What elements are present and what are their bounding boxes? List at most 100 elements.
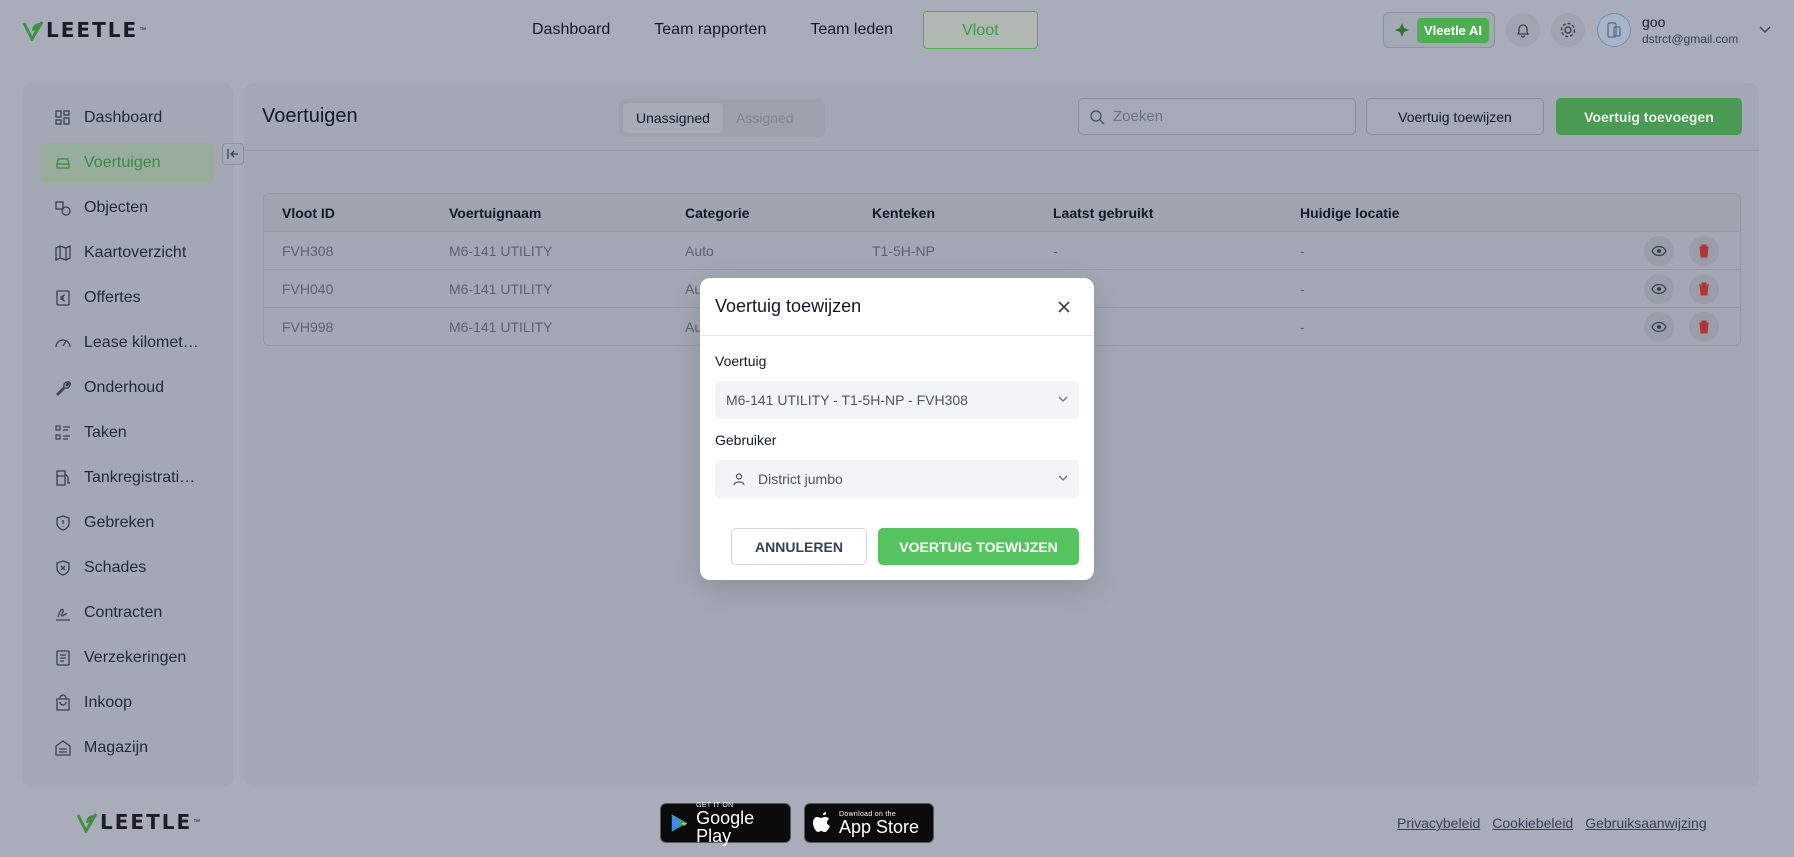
search-input[interactable]: Zoeken: [1078, 98, 1356, 135]
header-vloot-id[interactable]: Vloot ID: [282, 205, 335, 221]
cell-voertuignaam: M6-141 UTILITY: [449, 281, 553, 297]
sidebar-item-contracten[interactable]: Contracten: [40, 593, 214, 633]
signature-icon: [56, 608, 70, 621]
tab-assigned[interactable]: Assigned: [723, 103, 807, 133]
manual-link[interactable]: Gebruiksaanwijzing: [1585, 815, 1706, 831]
sidebar-item-kaartoverzicht[interactable]: Kaartoverzicht: [40, 233, 214, 273]
view-button[interactable]: [1644, 274, 1674, 304]
footer-logo: LEETLE ™: [76, 810, 200, 834]
close-icon: [1058, 301, 1070, 313]
user-name: goo: [1642, 14, 1666, 30]
sidebar-item-label: Objecten: [84, 199, 149, 216]
confirm-assign-button[interactable]: VOERTUIG TOEWIJZEN: [878, 528, 1079, 565]
user-select-value: District jumbo: [758, 471, 843, 487]
nav-team-rapporten[interactable]: Team rapporten: [632, 11, 788, 49]
cell-laatst-gebruikt: -: [1053, 243, 1058, 259]
sidebar-item-magazijn[interactable]: Magazijn: [40, 728, 214, 768]
trash-icon: [1699, 244, 1709, 258]
sidebar-item-offertes[interactable]: Offertes: [40, 278, 214, 318]
footer-links: Privacybeleid Cookiebeleid Gebruiksaanwi…: [1397, 815, 1707, 831]
objects-icon: [55, 201, 71, 216]
chevron-down-icon: [1058, 396, 1068, 402]
privacy-link[interactable]: Privacybeleid: [1397, 815, 1480, 831]
main-nav: Dashboard Team rapporten Team leden Vloo…: [510, 11, 1038, 49]
brand-logo[interactable]: LEETLE ™: [22, 18, 146, 42]
sidebar-item-schades[interactable]: Schades: [40, 548, 214, 588]
cell-categorie: Auto: [685, 243, 714, 259]
vleetle-ai-button[interactable]: Vleetle AI: [1383, 12, 1495, 48]
shield-x-icon: [56, 560, 70, 576]
sidebar-item-voertuigen[interactable]: Voertuigen: [40, 143, 214, 183]
brand-wordmark: LEETLE: [100, 810, 193, 834]
sidebar-item-label: Taken: [84, 424, 127, 441]
grid-icon: [55, 110, 70, 125]
page-title: Voertuigen: [262, 105, 358, 127]
sidebar-item-label: Magazijn: [84, 739, 149, 756]
shield-alert-icon: [56, 515, 70, 531]
car-icon: [56, 158, 70, 169]
sidebar-item-label: Offertes: [84, 289, 141, 306]
sidebar-item-inkoop[interactable]: Inkoop: [40, 683, 214, 723]
chevron-down-icon[interactable]: [1758, 22, 1772, 36]
header-kenteken[interactable]: Kenteken: [872, 205, 935, 221]
vehicle-select-value: M6-141 UTILITY - T1-5H-NP - FVH308: [726, 392, 968, 408]
sidebar-item-objecten[interactable]: Objecten: [40, 188, 214, 228]
sidebar-item-label: Onderhoud: [84, 379, 165, 396]
collapse-sidebar-button[interactable]: [222, 143, 244, 165]
sidebar-item-label: Dashboard: [84, 109, 163, 126]
eye-icon: [1651, 245, 1667, 257]
user-select[interactable]: District jumbo: [715, 460, 1079, 498]
leaf-logo-icon: [76, 813, 98, 833]
vehicle-select[interactable]: M6-141 UTILITY - T1-5H-NP - FVH308: [715, 381, 1079, 419]
delete-button[interactable]: [1689, 236, 1719, 266]
nav-team-leden[interactable]: Team leden: [788, 11, 915, 49]
cell-huidige-locatie: -: [1300, 243, 1305, 259]
header-voertuignaam[interactable]: Voertuignaam: [449, 205, 541, 221]
header-categorie[interactable]: Categorie: [685, 205, 750, 221]
sidebar-item-tankregistratie[interactable]: Tankregistrati…: [40, 458, 214, 498]
add-vehicle-button[interactable]: Voertuig toevoegen: [1556, 98, 1742, 135]
view-button[interactable]: [1644, 312, 1674, 342]
ai-sparkle-icon: [1395, 23, 1409, 37]
search-icon: [1090, 109, 1105, 124]
close-button[interactable]: [1053, 296, 1075, 318]
sidebar-item-label: Schades: [84, 559, 147, 576]
sidebar-item-label: Inkoop: [84, 694, 133, 711]
view-button[interactable]: [1644, 236, 1674, 266]
table-row[interactable]: FVH308 M6-141 UTILITY Auto T1-5H-NP - -: [264, 231, 1740, 269]
tasks-icon: [55, 425, 70, 440]
assign-vehicle-button[interactable]: Voertuig toewijzen: [1366, 98, 1544, 135]
tab-unassigned[interactable]: Unassigned: [623, 103, 723, 133]
header-huidige-locatie[interactable]: Huidige locatie: [1300, 205, 1400, 221]
sidebar-item-label: Voertuigen: [84, 154, 161, 171]
map-icon: [55, 244, 71, 262]
sidebar-item-gebreken[interactable]: Gebreken: [40, 503, 214, 543]
sidebar-item-lease[interactable]: Lease kilomet…: [40, 323, 214, 363]
apple-icon: [813, 812, 830, 832]
cell-vloot-id: FVH040: [282, 281, 334, 297]
avatar[interactable]: [1597, 13, 1631, 47]
table-header: Vloot ID Voertuignaam Categorie Kenteken…: [264, 194, 1740, 231]
sidebar-item-onderhoud[interactable]: Onderhoud: [40, 368, 214, 408]
chevron-down-icon: [1058, 475, 1068, 481]
settings-button[interactable]: [1551, 13, 1585, 47]
cookie-link[interactable]: Cookiebeleid: [1492, 815, 1573, 831]
app-store-badge[interactable]: Download on the App Store: [804, 803, 934, 843]
sidebar-item-verzekeringen[interactable]: Verzekeringen: [40, 638, 214, 678]
notifications-button[interactable]: [1506, 13, 1540, 47]
google-play-badge[interactable]: GET IT ON Google Play: [660, 802, 791, 845]
delete-button[interactable]: [1689, 274, 1719, 304]
nav-dashboard[interactable]: Dashboard: [510, 11, 632, 49]
cell-kenteken: T1-5H-NP: [872, 243, 936, 259]
sidebar-item-taken[interactable]: Taken: [40, 413, 214, 453]
sidebar-item-dashboard[interactable]: Dashboard: [40, 98, 214, 138]
sidebar-item-label: Gebreken: [84, 514, 155, 531]
nav-vloot[interactable]: Vloot: [923, 11, 1038, 49]
bag-icon: [56, 694, 70, 711]
ai-label: Vleetle AI: [1417, 17, 1490, 43]
cell-huidige-locatie: -: [1300, 319, 1305, 335]
delete-button[interactable]: [1689, 312, 1719, 342]
cancel-button[interactable]: ANNULEREN: [731, 528, 867, 565]
header-laatst-gebruikt[interactable]: Laatst gebruikt: [1053, 205, 1153, 221]
cell-huidige-locatie: -: [1300, 281, 1305, 297]
